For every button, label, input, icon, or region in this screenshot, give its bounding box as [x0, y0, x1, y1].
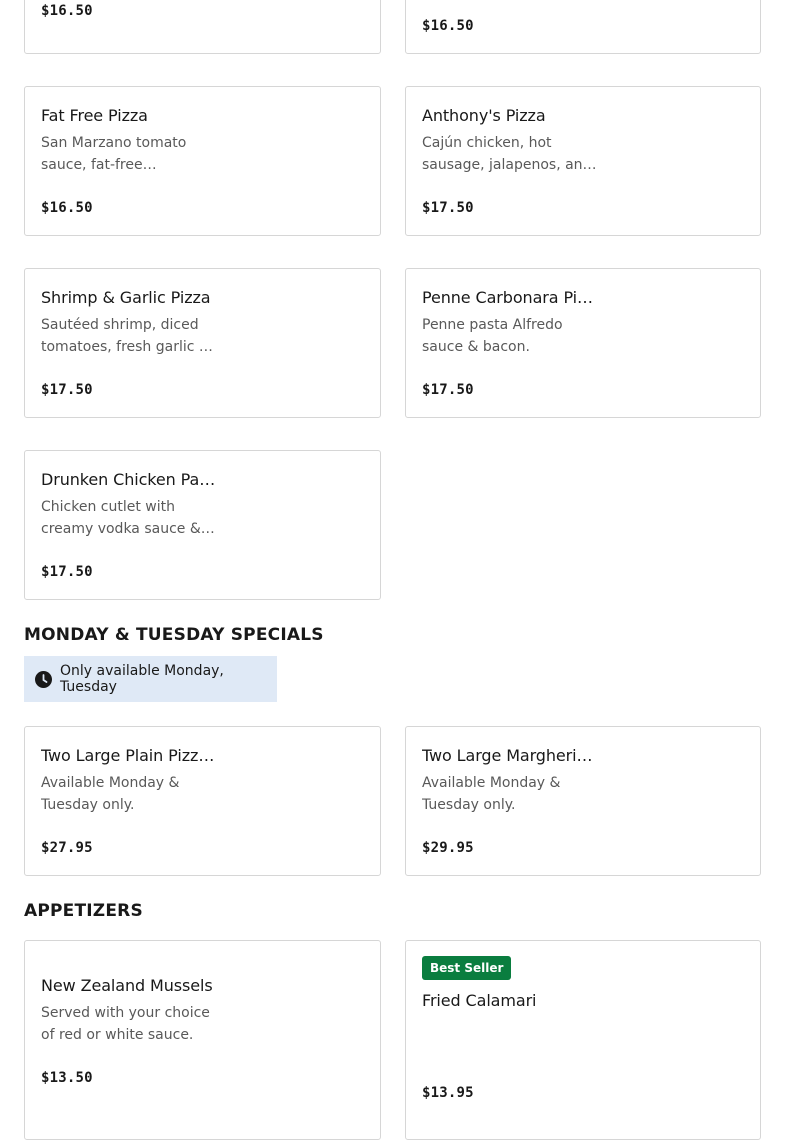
item-description: Cajún chicken, hot sausage, jalapenos, a… — [422, 135, 592, 173]
availability-text: Only available Monday, Tuesday — [60, 663, 224, 695]
item-price: $17.50 — [422, 382, 474, 398]
clock-icon — [35, 670, 52, 688]
item-description: Served with your choice of red or white … — [41, 1005, 210, 1043]
item-price: $16.50 — [41, 3, 93, 19]
item-title: Shrimp & Garlic Pizza — [41, 288, 211, 307]
availability-banner: Only available Monday, Tuesday — [24, 656, 277, 702]
item-price: $27.95 — [41, 840, 93, 856]
best-seller-badge: Best Seller — [422, 956, 512, 980]
menu-item-card-drunken-chicken-parm-pizza[interactable]: Drunken Chicken Parm Pizza Chicken cutle… — [24, 450, 381, 600]
item-description: Available Monday & Tuesday only. — [422, 775, 561, 813]
item-title: Fat Free Pizza — [41, 106, 148, 125]
item-title: Drunken Chicken Parm Pizza — [41, 470, 216, 489]
item-price: $17.50 — [422, 200, 474, 216]
item-description: San Marzano tomato sauce, fat-free mozza… — [41, 135, 187, 173]
menu-item-card-two-large-margherita-pizzas[interactable]: Two Large Margherita Pizzas Available Mo… — [405, 726, 761, 876]
item-description: Penne pasta Alfredo sauce & bacon. — [422, 317, 563, 355]
section-heading-appetizers: APPETIZERS — [24, 901, 143, 921]
item-description: Chicken cutlet with creamy vodka sauce &… — [41, 499, 201, 537]
menu-item-card-new-zealand-mussels[interactable]: New Zealand Mussels Served with your cho… — [24, 940, 381, 1140]
menu-item-card-two-large-plain-pizzas[interactable]: Two Large Plain Pizzas Available Monday … — [24, 726, 381, 876]
item-price: $13.50 — [41, 1070, 93, 1086]
item-price: $16.50 — [41, 200, 93, 216]
item-description: Available Monday & Tuesday only. — [41, 775, 180, 813]
menu-item-card-anthonys-pizza[interactable]: Anthony's Pizza Cajún chicken, hot sausa… — [405, 86, 761, 236]
item-title: Fried Calamari — [422, 991, 537, 1010]
menu-item-card[interactable]: $16.50 — [24, 0, 381, 54]
item-title: Anthony's Pizza — [422, 106, 546, 125]
item-title: Two Large Margherita Pizzas — [422, 746, 597, 765]
item-price: $13.95 — [422, 1085, 474, 1101]
menu-item-card-penne-carbonara-pizza[interactable]: Penne Carbonara Pizza Penne pasta Alfred… — [405, 268, 761, 418]
item-price: $29.95 — [422, 840, 474, 856]
menu-item-card-fat-free-pizza[interactable]: Fat Free Pizza San Marzano tomato sauce,… — [24, 86, 381, 236]
item-title: New Zealand Mussels — [41, 976, 213, 995]
item-price: $16.50 — [422, 18, 474, 34]
menu-item-card-fried-calamari[interactable]: Best Seller Fried Calamari $13.95 — [405, 940, 761, 1140]
item-title: Penne Carbonara Pizza — [422, 288, 597, 307]
menu-item-card-shrimp-garlic-pizza[interactable]: Shrimp & Garlic Pizza Sautéed shrimp, di… — [24, 268, 381, 418]
section-heading-specials: MONDAY & TUESDAY SPECIALS — [24, 625, 324, 645]
item-description: Sautéed shrimp, diced tomatoes, fresh ga… — [41, 317, 216, 355]
item-price: $17.50 — [41, 382, 93, 398]
item-title: Two Large Plain Pizzas — [41, 746, 216, 765]
item-price: $17.50 — [41, 564, 93, 580]
menu-item-card[interactable]: $16.50 — [405, 0, 761, 54]
